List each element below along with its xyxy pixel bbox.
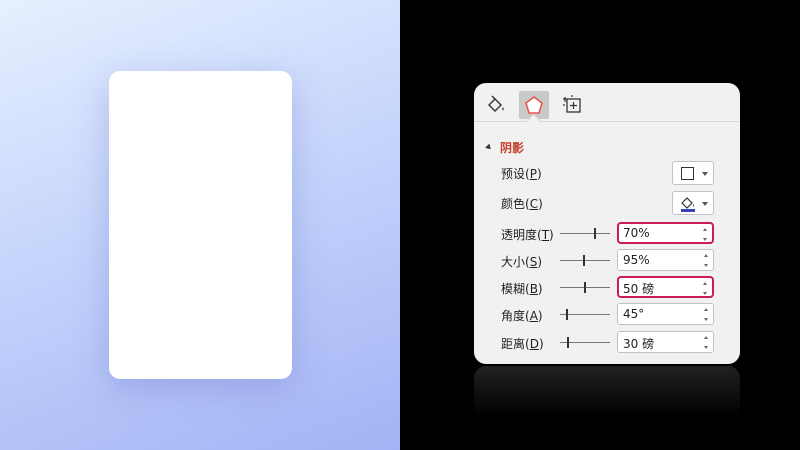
size-spinbox[interactable]: 95% xyxy=(617,249,714,271)
transparency-spinbox[interactable]: 70% xyxy=(617,222,714,244)
fill-color-icon xyxy=(681,197,695,212)
paint-bucket-icon xyxy=(488,95,504,112)
format-shape-panel: 阴影 预设(P) 颜色(C) 透明度(T) 70% 大小(S) 95% 模糊(B… xyxy=(474,83,740,364)
spin-up-icon[interactable] xyxy=(702,333,710,341)
preset-dropdown[interactable] xyxy=(672,161,714,185)
blur-label: 模糊(B) xyxy=(501,282,543,296)
chevron-down-icon xyxy=(702,172,708,176)
slider-thumb[interactable] xyxy=(567,337,569,348)
tab-fill-line[interactable] xyxy=(481,91,511,119)
tab-divider xyxy=(474,121,740,122)
preset-label: 预设(P) xyxy=(501,167,542,181)
spin-down-icon[interactable] xyxy=(702,261,710,269)
distance-row: 距离(D) 30 磅 xyxy=(474,331,740,355)
distance-value[interactable]: 30 磅 xyxy=(623,335,654,352)
spin-buttons xyxy=(701,279,709,297)
blur-slider[interactable] xyxy=(560,276,610,300)
spin-up-icon[interactable] xyxy=(701,279,709,287)
spin-down-icon[interactable] xyxy=(702,315,710,323)
size-row: 大小(S) 95% xyxy=(474,249,740,273)
preset-row: 预设(P) xyxy=(474,161,740,185)
spin-up-icon[interactable] xyxy=(701,225,709,233)
slider-track xyxy=(560,260,610,261)
spin-buttons xyxy=(702,333,710,351)
distance-spinbox[interactable]: 30 磅 xyxy=(617,331,714,353)
angle-label: 角度(A) xyxy=(501,309,543,323)
color-row: 颜色(C) xyxy=(474,191,740,215)
distance-label: 距离(D) xyxy=(501,337,544,351)
shadowed-rectangle-shape[interactable] xyxy=(109,71,292,379)
panel-tab-row xyxy=(474,83,740,123)
color-label: 颜色(C) xyxy=(501,197,543,211)
spin-buttons xyxy=(701,225,709,243)
slider-thumb[interactable] xyxy=(583,255,585,266)
panel-reflection xyxy=(474,366,740,416)
angle-row: 角度(A) 45° xyxy=(474,303,740,327)
slider-track xyxy=(560,233,610,234)
blur-row: 模糊(B) 50 磅 xyxy=(474,276,740,300)
angle-spinbox[interactable]: 45° xyxy=(617,303,714,325)
section-title: 阴影 xyxy=(500,140,525,155)
chevron-down-icon xyxy=(702,202,708,206)
slider-thumb[interactable] xyxy=(566,309,568,320)
distance-slider[interactable] xyxy=(560,331,610,355)
transparency-row: 透明度(T) 70% xyxy=(474,222,740,246)
blur-value[interactable]: 50 磅 xyxy=(623,280,654,297)
collapse-caret-icon[interactable] xyxy=(485,143,493,151)
spin-down-icon[interactable] xyxy=(701,235,709,243)
spin-down-icon[interactable] xyxy=(702,343,710,351)
size-label: 大小(S) xyxy=(501,255,542,269)
slider-thumb[interactable] xyxy=(584,282,586,293)
shape-preview-canvas xyxy=(0,0,400,450)
transparency-value[interactable]: 70% xyxy=(623,226,650,240)
spin-buttons xyxy=(702,251,710,269)
spin-down-icon[interactable] xyxy=(701,289,709,297)
pentagon-icon xyxy=(525,96,543,114)
shadow-preset-icon xyxy=(681,167,694,180)
angle-value[interactable]: 45° xyxy=(623,307,644,321)
tab-size-properties[interactable] xyxy=(558,91,588,119)
transparency-slider[interactable] xyxy=(560,222,610,246)
spin-up-icon[interactable] xyxy=(702,251,710,259)
size-value[interactable]: 95% xyxy=(623,253,650,267)
spin-buttons xyxy=(702,305,710,323)
transparency-label: 透明度(T) xyxy=(501,228,554,242)
spin-up-icon[interactable] xyxy=(702,305,710,313)
angle-slider[interactable] xyxy=(560,303,610,327)
color-dropdown[interactable] xyxy=(672,191,714,215)
size-slider[interactable] xyxy=(560,249,610,273)
slider-thumb[interactable] xyxy=(594,228,596,239)
size-position-icon xyxy=(563,95,581,113)
blur-spinbox[interactable]: 50 磅 xyxy=(617,276,714,298)
shadow-section-header[interactable]: 阴影 xyxy=(485,138,525,156)
